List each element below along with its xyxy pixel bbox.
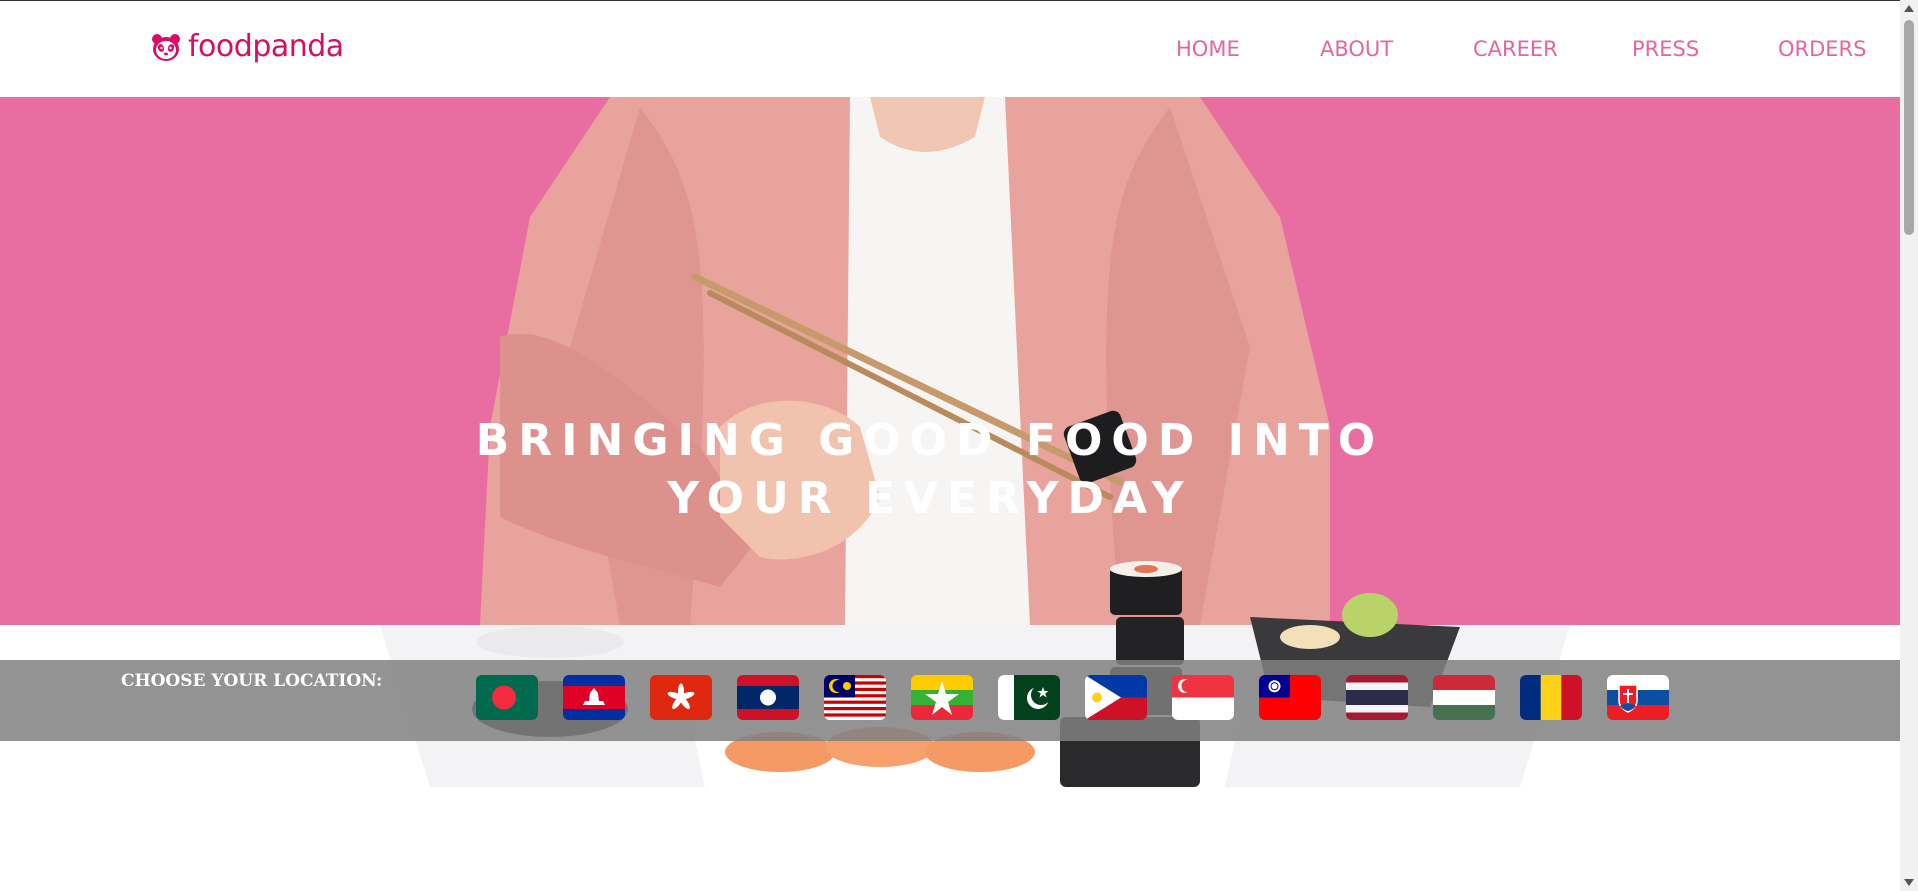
bangladesh-flag[interactable] [476,675,538,720]
panda-icon [152,33,180,61]
pakistan-flag-icon [998,675,1060,720]
pakistan-flag[interactable] [998,675,1060,720]
taiwan-flag[interactable] [1259,675,1321,720]
hungary-flag[interactable] [1433,675,1495,720]
taiwan-flag-icon [1259,675,1321,720]
myanmar-flag[interactable] [911,675,973,720]
bangladesh-flag-icon [476,675,538,720]
page-scrollbar[interactable] [1900,0,1918,891]
slovakia-flag[interactable] [1607,675,1669,720]
singapore-flag-icon [1172,675,1234,720]
nav-about[interactable]: ABOUT [1320,37,1393,61]
scroll-up-icon[interactable] [1904,5,1914,12]
site-header: foodpanda HOME ABOUT CAREER PRESS ORDERS [0,1,1900,97]
laos-flag-icon [737,675,799,720]
scrollbar-thumb[interactable] [1904,20,1914,235]
location-bar: CHOOSE YOUR LOCATION: [0,660,1900,741]
thailand-flag-icon [1346,675,1408,720]
malaysia-flag-icon [824,675,886,720]
philippines-flag-icon [1085,675,1147,720]
scroll-down-icon[interactable] [1904,879,1914,886]
singapore-flag[interactable] [1172,675,1234,720]
slovakia-flag-icon [1607,675,1669,720]
romania-flag-icon [1520,675,1582,720]
malaysia-flag[interactable] [824,675,886,720]
laos-flag[interactable] [737,675,799,720]
hong-kong-flag[interactable] [650,675,712,720]
hong-kong-flag-icon [650,675,712,720]
myanmar-flag-icon [911,675,973,720]
nav-orders[interactable]: ORDERS [1778,37,1866,61]
nav-press[interactable]: PRESS [1632,37,1699,61]
nav-career[interactable]: CAREER [1473,37,1558,61]
brand-name: foodpanda [188,29,344,64]
cambodia-flag-icon [563,675,625,720]
romania-flag[interactable] [1520,675,1582,720]
cambodia-flag[interactable] [563,675,625,720]
location-label: CHOOSE YOUR LOCATION: [121,671,383,691]
hero-title: BRINGING GOOD FOOD INTO YOUR EVERYDAY [475,415,1385,524]
nav-home[interactable]: HOME [1176,37,1240,61]
brand-logo[interactable]: foodpanda [150,29,344,64]
philippines-flag[interactable] [1085,675,1147,720]
hungary-flag-icon [1433,675,1495,720]
thailand-flag[interactable] [1346,675,1408,720]
